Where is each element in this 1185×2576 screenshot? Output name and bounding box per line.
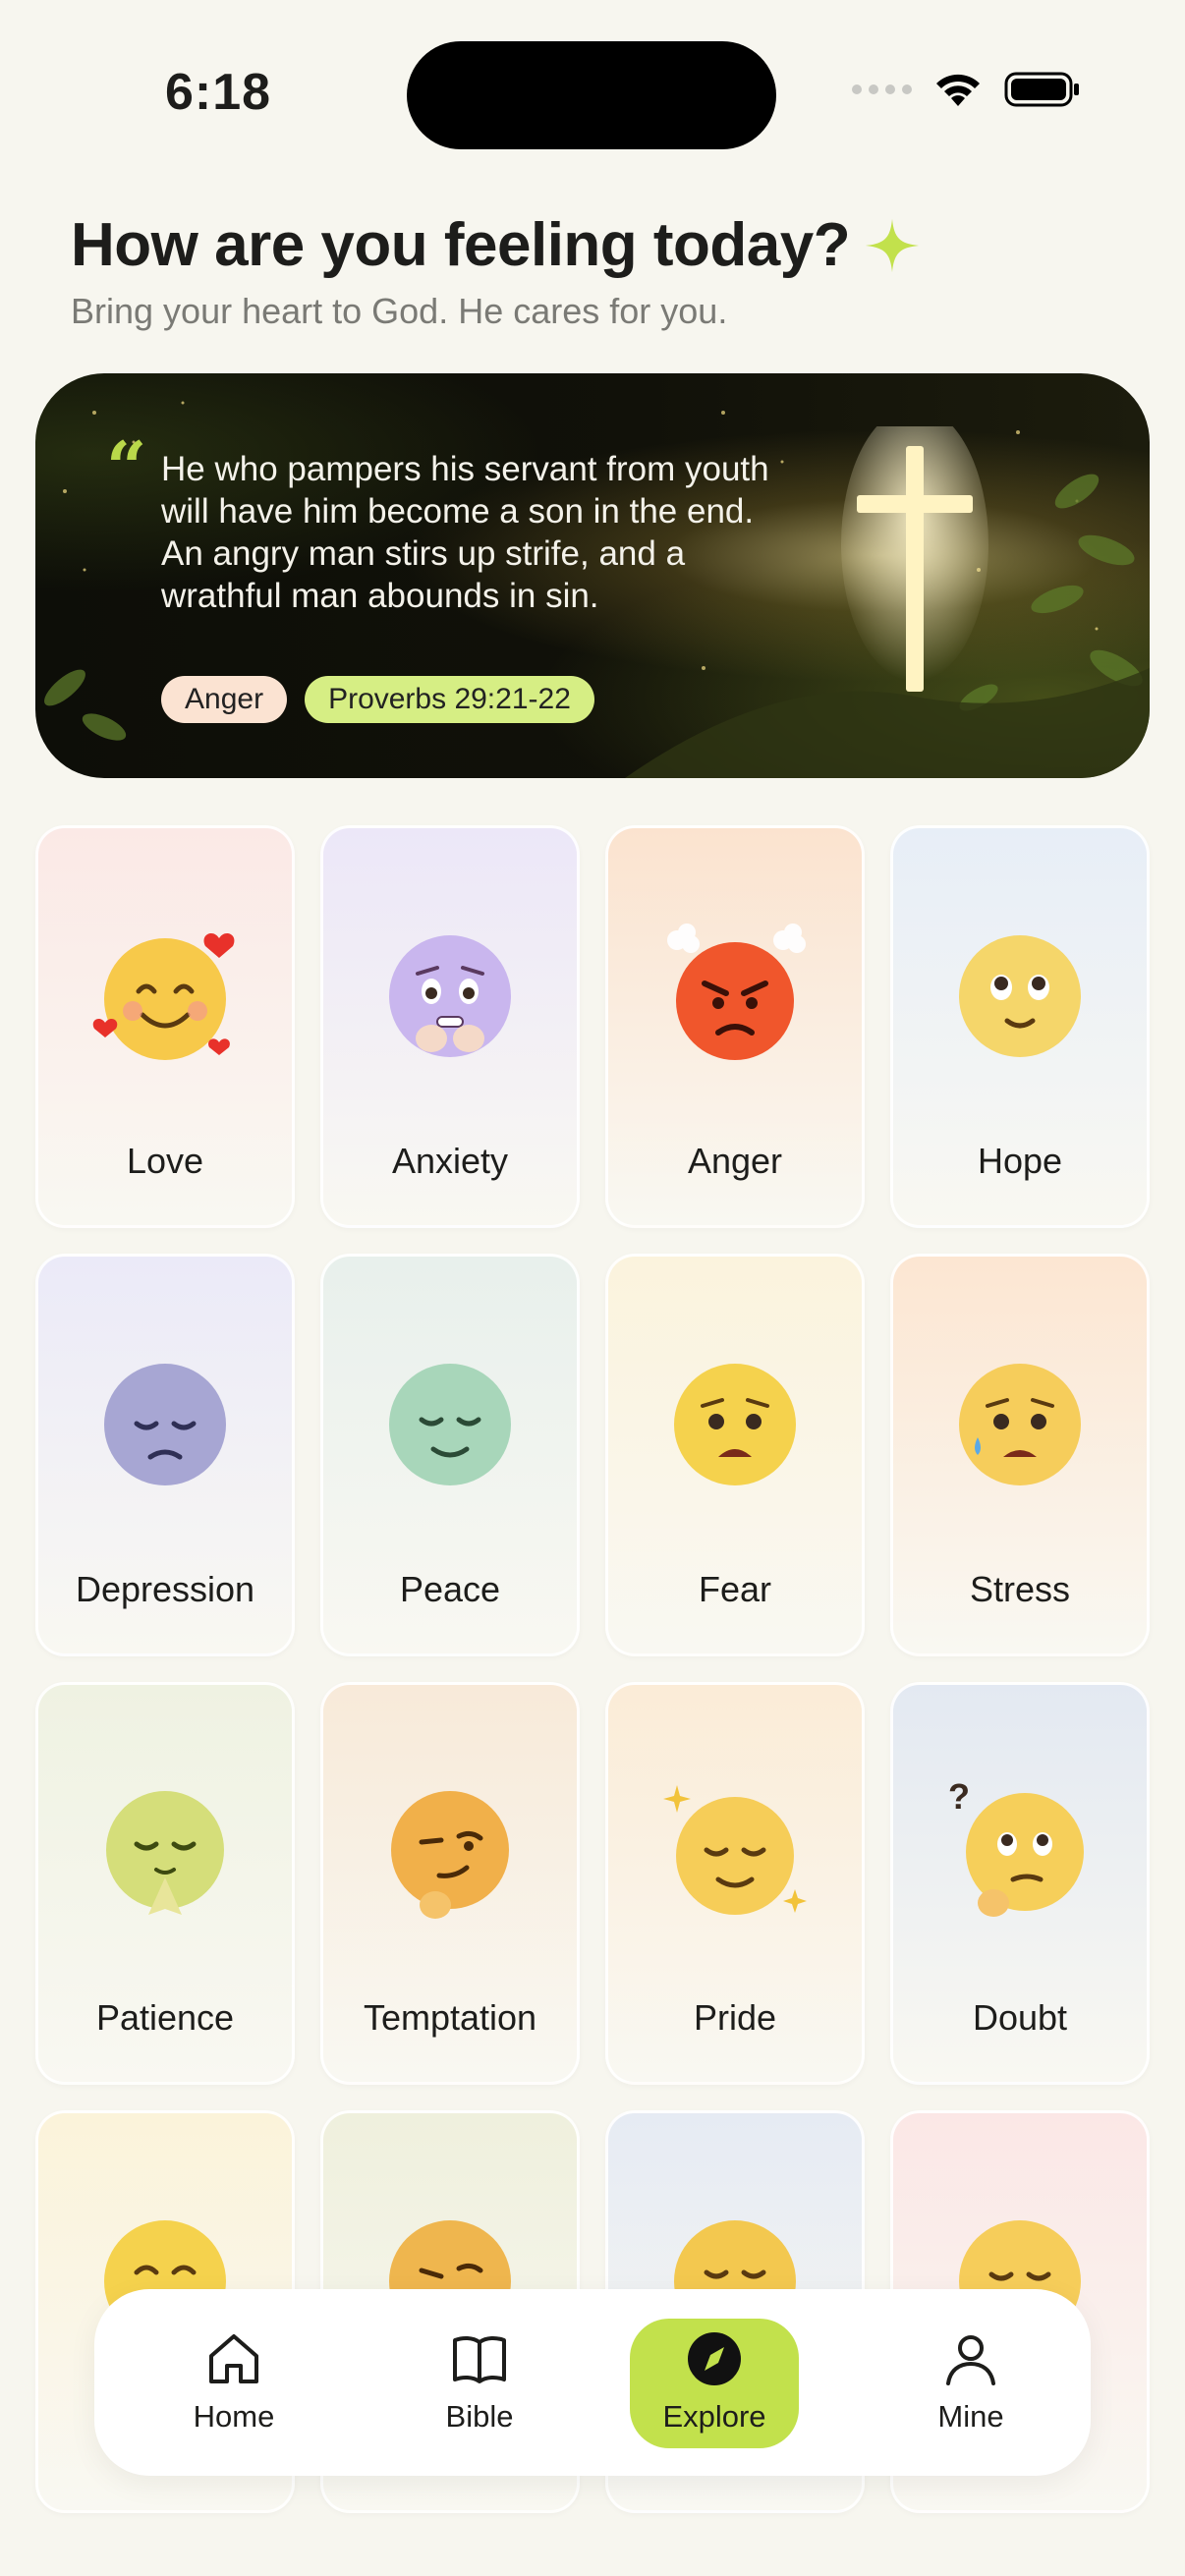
compass-icon [688, 2332, 741, 2385]
emotion-card-doubt[interactable]: ? Doubt [890, 1682, 1150, 2085]
home-icon [209, 2334, 258, 2383]
emotion-label: Pride [693, 1997, 777, 2038]
emotion-card-love[interactable]: Love [35, 825, 295, 1228]
emotion-card-patience[interactable]: Patience [35, 1682, 295, 2085]
page-title-text: How are you feeling today? [71, 211, 851, 279]
daily-verse-card[interactable]: “ He who pampers his servant from youth … [35, 373, 1150, 778]
nav-home[interactable]: Home [149, 2319, 318, 2448]
angry-face-icon [667, 924, 806, 1060]
emotion-card-temptation[interactable]: Temptation [320, 1682, 580, 2085]
quote-mark-icon: “ [106, 425, 147, 509]
anxious-face-icon [389, 935, 511, 1057]
book-icon [453, 2335, 506, 2383]
signal-icon [852, 84, 912, 94]
nav-label: Explore [662, 2399, 766, 2434]
fearful-face-icon [674, 1364, 796, 1485]
praying-face-icon [106, 1791, 224, 1915]
wifi-icon [933, 71, 983, 108]
nav-explore[interactable]: Explore [630, 2319, 799, 2448]
emotion-card-hope[interactable]: Hope [890, 825, 1150, 1228]
proud-face-icon [663, 1785, 807, 1915]
nav-bible[interactable]: Bible [395, 2319, 564, 2448]
dynamic-island [407, 41, 776, 149]
thinking-face-icon: ? [948, 1779, 1084, 1917]
status-indicators [852, 71, 1081, 108]
emotion-label: Hope [977, 1141, 1063, 1181]
nav-label: Bible [445, 2399, 514, 2434]
emotion-label: Doubt [972, 1997, 1068, 2038]
user-icon [946, 2335, 995, 2385]
emotion-tag[interactable]: Anger [161, 676, 288, 723]
emotion-card-fear[interactable]: Fear [605, 1254, 865, 1656]
page-title: How are you feeling today? [71, 210, 921, 280]
crying-face-icon [959, 1364, 1081, 1485]
emotion-label: Temptation [363, 1997, 537, 2038]
verse-tags: Anger Proverbs 29:21-22 [161, 676, 594, 723]
emotion-card-pride[interactable]: Pride [605, 1682, 865, 2085]
emotion-label: Love [126, 1141, 204, 1181]
bottom-nav: Home Bible Explore Mine [94, 2289, 1091, 2476]
battery-icon [1004, 71, 1081, 108]
svg-text:?: ? [948, 1779, 970, 1817]
page-subtitle: Bring your heart to God. He cares for yo… [71, 291, 728, 331]
emotion-card-depression[interactable]: Depression [35, 1254, 295, 1656]
emotion-label: Depression [75, 1569, 255, 1609]
emotion-card-anxiety[interactable]: Anxiety [320, 825, 580, 1228]
relieved-face-icon [389, 1364, 511, 1485]
emotion-label: Anxiety [391, 1141, 509, 1181]
verse-reference-tag[interactable]: Proverbs 29:21-22 [305, 676, 594, 723]
status-time: 6:18 [165, 64, 272, 121]
hopeful-face-icon [959, 935, 1081, 1057]
nav-label: Mine [937, 2399, 1004, 2434]
emotion-card-peace[interactable]: Peace [320, 1254, 580, 1656]
glowing-cross-icon [841, 426, 988, 692]
emotion-label: Peace [399, 1569, 501, 1609]
emotion-label: Anger [687, 1141, 783, 1181]
smirking-face-icon [391, 1791, 509, 1919]
verse-text: He who pampers his servant from youth wi… [161, 450, 769, 615]
emotion-label: Stress [969, 1569, 1071, 1609]
emotion-label: Fear [698, 1569, 772, 1609]
smiling-face-with-hearts-icon [92, 932, 235, 1060]
sparkle-icon [866, 218, 920, 272]
pensive-face-icon [104, 1364, 226, 1485]
emotion-label: Patience [95, 1997, 235, 2038]
nav-label: Home [193, 2399, 275, 2434]
emotion-card-anger[interactable]: Anger [605, 825, 865, 1228]
emotion-card-stress[interactable]: Stress [890, 1254, 1150, 1656]
nav-mine[interactable]: Mine [886, 2319, 1055, 2448]
